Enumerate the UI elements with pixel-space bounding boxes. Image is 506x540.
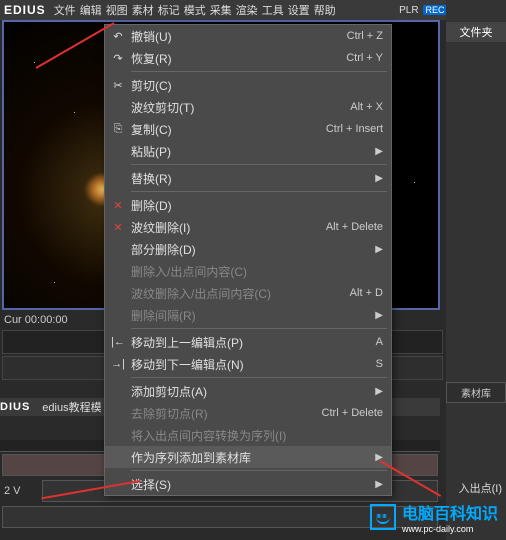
menu-render[interactable]: 渲染 bbox=[234, 2, 260, 18]
submenu-arrow-icon: ▶ bbox=[375, 479, 383, 490]
submenu-arrow-icon: ▶ bbox=[375, 146, 383, 157]
bin-tab[interactable]: 素材库 bbox=[446, 382, 506, 403]
menu-tools[interactable]: 工具 bbox=[260, 2, 286, 18]
copy-icon: ⎘ bbox=[105, 123, 131, 136]
menu-add-cutpoint[interactable]: 添加剪切点(A)▶ bbox=[105, 380, 391, 402]
timeline-logo: DIUS bbox=[0, 401, 30, 413]
menu-separator bbox=[131, 377, 387, 378]
redo-icon: ↷ bbox=[105, 52, 131, 65]
menu-marker[interactable]: 标记 bbox=[156, 2, 182, 18]
menu-delete[interactable]: ✕删除(D) bbox=[105, 194, 391, 216]
track-label[interactable]: 2 V bbox=[0, 485, 40, 497]
menu-separator bbox=[131, 71, 387, 72]
menu-inout-to-sequence: 将入出点间内容转换为序列(I) bbox=[105, 424, 391, 446]
watermark-url: www.pc-daily.com bbox=[402, 524, 498, 534]
star-icon bbox=[54, 282, 55, 283]
star-icon bbox=[414, 182, 415, 183]
prev-edit-icon: |← bbox=[105, 336, 131, 348]
rec-indicator: REC bbox=[423, 5, 448, 15]
menu-replace[interactable]: 替换(R)▶ bbox=[105, 167, 391, 189]
menu-next-edit-point[interactable]: →|移动到下一编辑点(N)S bbox=[105, 353, 391, 375]
menu-cut[interactable]: ✂剪切(C) bbox=[105, 74, 391, 96]
menu-add-sequence-to-bin[interactable]: 作为序列添加到素材库▶ bbox=[105, 446, 391, 468]
submenu-arrow-icon: ▶ bbox=[375, 244, 383, 255]
submenu-arrow-icon: ▶ bbox=[375, 386, 383, 397]
menu-delete-gap: 删除间隔(R)▶ bbox=[105, 304, 391, 326]
cut-icon: ✂ bbox=[105, 79, 131, 92]
right-panel: 文件夹 素材库 bbox=[446, 0, 506, 540]
submenu-preview[interactable]: 入出点(I) bbox=[459, 480, 502, 496]
undo-icon: ↶ bbox=[105, 30, 131, 43]
delete-icon: ✕ bbox=[105, 221, 131, 234]
edit-context-menu: ↶撤销(U)Ctrl + Z ↷恢复(R)Ctrl + Y ✂剪切(C) 波纹剪… bbox=[104, 24, 392, 496]
star-icon bbox=[34, 62, 35, 63]
menu-separator bbox=[131, 191, 387, 192]
menu-undo[interactable]: ↶撤销(U)Ctrl + Z bbox=[105, 25, 391, 47]
star-icon bbox=[74, 112, 75, 113]
project-name: edius教程模 bbox=[42, 399, 101, 415]
menu-paste[interactable]: 粘贴(P)▶ bbox=[105, 140, 391, 162]
menu-ripple-cut[interactable]: 波纹剪切(T)Alt + X bbox=[105, 96, 391, 118]
menu-remove-cutpoint: 去除剪切点(R)Ctrl + Delete bbox=[105, 402, 391, 424]
menu-redo[interactable]: ↷恢复(R)Ctrl + Y bbox=[105, 47, 391, 69]
watermark: 电脑百科知识 www.pc-daily.com bbox=[370, 500, 498, 534]
menu-delete-inout: 删除入/出点间内容(C) bbox=[105, 260, 391, 282]
app-logo: EDIUS bbox=[4, 3, 46, 17]
menu-capture[interactable]: 采集 bbox=[208, 2, 234, 18]
menu-ripple-delete-inout: 波纹删除入/出点间内容(C)Alt + D bbox=[105, 282, 391, 304]
menu-separator bbox=[131, 470, 387, 471]
menu-copy[interactable]: ⎘复制(C)Ctrl + Insert bbox=[105, 118, 391, 140]
menu-clip[interactable]: 素材 bbox=[130, 2, 156, 18]
menu-separator bbox=[131, 328, 387, 329]
next-edit-icon: →| bbox=[105, 358, 131, 370]
menu-view[interactable]: 视图 bbox=[104, 2, 130, 18]
menu-partial-delete[interactable]: 部分删除(D)▶ bbox=[105, 238, 391, 260]
menu-mode[interactable]: 模式 bbox=[182, 2, 208, 18]
folder-panel-title: 文件夹 bbox=[446, 22, 506, 42]
watermark-brand: 电脑百科知识 bbox=[402, 500, 498, 524]
menu-settings[interactable]: 设置 bbox=[286, 2, 312, 18]
menu-file[interactable]: 文件 bbox=[52, 2, 78, 18]
main-menu-bar: EDIUS 文件 编辑 视图 素材 标记 模式 采集 渲染 工具 设置 帮助 P… bbox=[0, 0, 506, 20]
menu-help[interactable]: 帮助 bbox=[312, 2, 338, 18]
plr-indicator: PLR bbox=[399, 5, 418, 16]
menu-separator bbox=[131, 164, 387, 165]
menu-edit[interactable]: 编辑 bbox=[78, 2, 104, 18]
menu-select[interactable]: 选择(S)▶ bbox=[105, 473, 391, 495]
submenu-arrow-icon: ▶ bbox=[375, 310, 383, 321]
delete-icon: ✕ bbox=[105, 199, 131, 212]
submenu-arrow-icon: ▶ bbox=[375, 173, 383, 184]
menu-ripple-delete[interactable]: ✕波纹删除(I)Alt + Delete bbox=[105, 216, 391, 238]
menu-prev-edit-point[interactable]: |←移动到上一编辑点(P)A bbox=[105, 331, 391, 353]
watermark-icon bbox=[370, 504, 396, 530]
